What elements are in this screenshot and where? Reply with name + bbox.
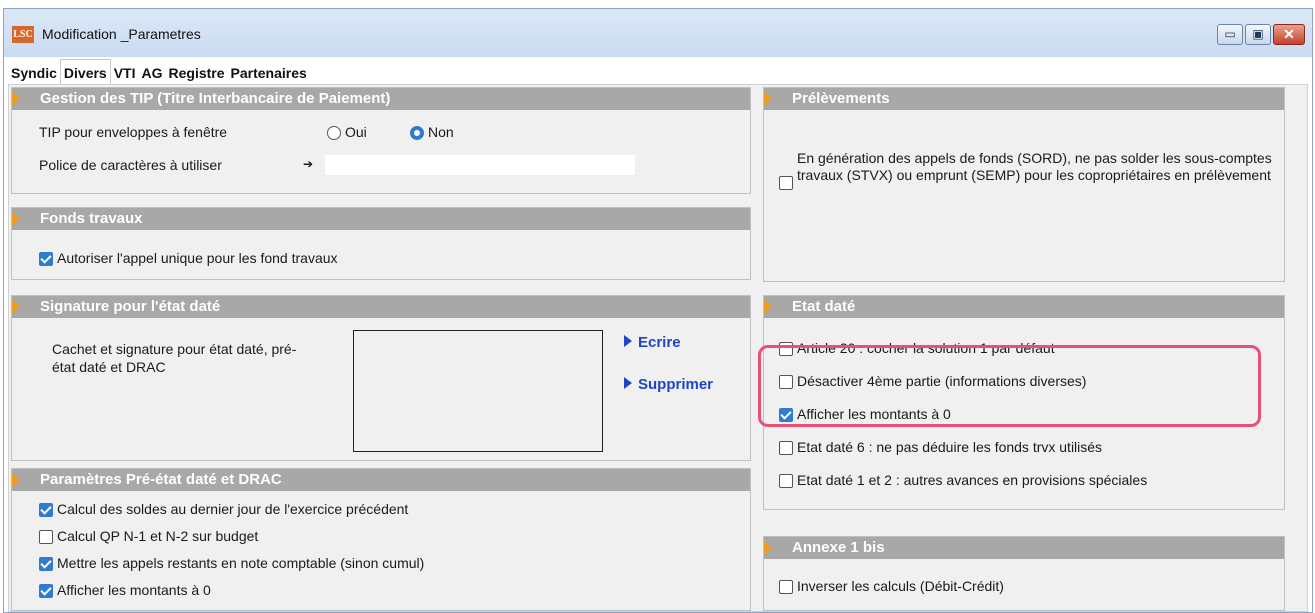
arrow-right-icon: ➔ [303,157,314,171]
section-arrow-icon [764,300,772,314]
etat-date-1-2-label: Etat daté 1 et 2 : autres avances en pro… [797,472,1148,488]
prelevements-checkbox[interactable] [779,176,793,190]
section-arrow-icon [12,92,20,106]
police-label: Police de caractères à utiliser [39,157,222,173]
appel-unique-label: Autoriser l'appel unique pour les fond t… [57,250,338,266]
tab-bar: Syndic Divers VTI AG Registre Partenaire… [8,59,310,85]
fonds-travaux-panel: Fonds travaux Autoriser l'appel unique p… [11,207,751,280]
signature-image-box [353,330,603,452]
pre-etat-header: Paramètres Pré-état daté et DRAC [12,469,750,491]
tip-header-title: Gestion des TIP (Titre Interbancaire de … [40,90,391,107]
tip-panel: Gestion des TIP (Titre Interbancaire de … [11,87,751,194]
tip-enveloppe-label: TIP pour enveloppes à fenêtre [39,124,228,140]
prelevements-title: Prélèvements [792,90,890,107]
app-logo-icon: LSC [12,26,34,43]
section-arrow-icon [12,473,20,487]
tab-divers[interactable]: Divers [59,59,111,85]
tip-header: Gestion des TIP (Titre Interbancaire de … [12,88,750,110]
calcul-soldes-label: Calcul des soldes au dernier jour de l'e… [57,501,409,517]
tip-non-label: Non [428,124,454,140]
fonds-travaux-header: Fonds travaux [12,208,750,230]
section-arrow-icon [764,541,772,555]
calcul-qp-checkbox[interactable] [39,530,53,544]
calcul-qp-label: Calcul QP N-1 et N-2 sur budget [57,528,259,544]
tab-syndic[interactable]: Syndic [8,61,60,85]
etat-date-title: Etat daté [792,298,856,315]
etat-date-1-2-checkbox[interactable] [779,474,793,488]
prelevements-label: En génération des appels de fonds (SORD)… [797,150,1272,183]
section-arrow-icon [12,212,20,226]
play-icon [624,377,632,390]
appel-unique-checkbox[interactable] [39,252,53,266]
signature-panel: Signature pour l'état daté Cachet et sig… [11,295,751,461]
section-arrow-icon [12,300,20,314]
police-input[interactable] [325,155,635,175]
signature-title: Signature pour l'état daté [40,298,221,315]
afficher-montants-pre-checkbox[interactable] [39,584,53,598]
tip-oui-label: Oui [345,124,367,140]
afficher-montants-pre-label: Afficher les montants à 0 [57,582,211,598]
maximize-icon: ▣ [1252,27,1264,41]
pre-etat-title: Paramètres Pré-état daté et DRAC [40,471,282,488]
supprimer-link[interactable]: Supprimer [624,376,713,393]
prelevements-header: Prélèvements [764,88,1284,110]
tab-vti[interactable]: VTI [111,61,139,85]
annexe-header: Annexe 1 bis [764,537,1284,559]
annexe-panel: Annexe 1 bis Inverser les calculs (Débit… [763,536,1285,611]
signature-header: Signature pour l'état daté [12,296,750,318]
tip-non-radio[interactable] [410,126,424,140]
annexe-title: Annexe 1 bis [792,539,885,556]
window-title: Modification _Parametres [42,26,201,42]
supprimer-label: Supprimer [638,376,714,393]
main-window: LSC Modification _Parametres ▭ ▣ ✕ Syndi… [3,8,1313,613]
inverser-calculs-label: Inverser les calculs (Débit-Crédit) [797,578,1004,594]
close-icon: ✕ [1283,26,1295,42]
tab-partenaires[interactable]: Partenaires [228,61,310,85]
tab-ag[interactable]: AG [139,61,166,85]
highlight-annotation [758,345,1261,427]
ecrire-link[interactable]: Ecrire [624,334,681,351]
appels-restants-label: Mettre les appels restants en note compt… [57,555,425,571]
ecrire-label: Ecrire [638,334,681,351]
minimize-icon: ▭ [1224,27,1236,41]
close-button[interactable]: ✕ [1273,24,1305,45]
etat-date-6-checkbox[interactable] [779,441,793,455]
play-icon [624,335,632,348]
appels-restants-checkbox[interactable] [39,557,53,571]
signature-description: Cachet et signature pour état daté, pré-… [52,341,297,375]
etat-date-header: Etat daté [764,296,1284,318]
fonds-travaux-title: Fonds travaux [40,210,143,227]
etat-date-6-label: Etat daté 6 : ne pas déduire les fonds t… [797,439,1103,455]
calcul-soldes-checkbox[interactable] [39,503,53,517]
tab-registre[interactable]: Registre [166,61,228,85]
tip-oui-radio[interactable] [327,126,341,140]
section-arrow-icon [764,92,772,106]
inverser-calculs-checkbox[interactable] [779,580,793,594]
pre-etat-panel: Paramètres Pré-état daté et DRAC Calcul … [11,468,751,611]
prelevements-panel: Prélèvements En génération des appels de… [763,87,1285,282]
minimize-button[interactable]: ▭ [1217,24,1243,45]
maximize-button[interactable]: ▣ [1245,24,1271,45]
title-bar: LSC Modification _Parametres ▭ ▣ ✕ [4,9,1312,57]
